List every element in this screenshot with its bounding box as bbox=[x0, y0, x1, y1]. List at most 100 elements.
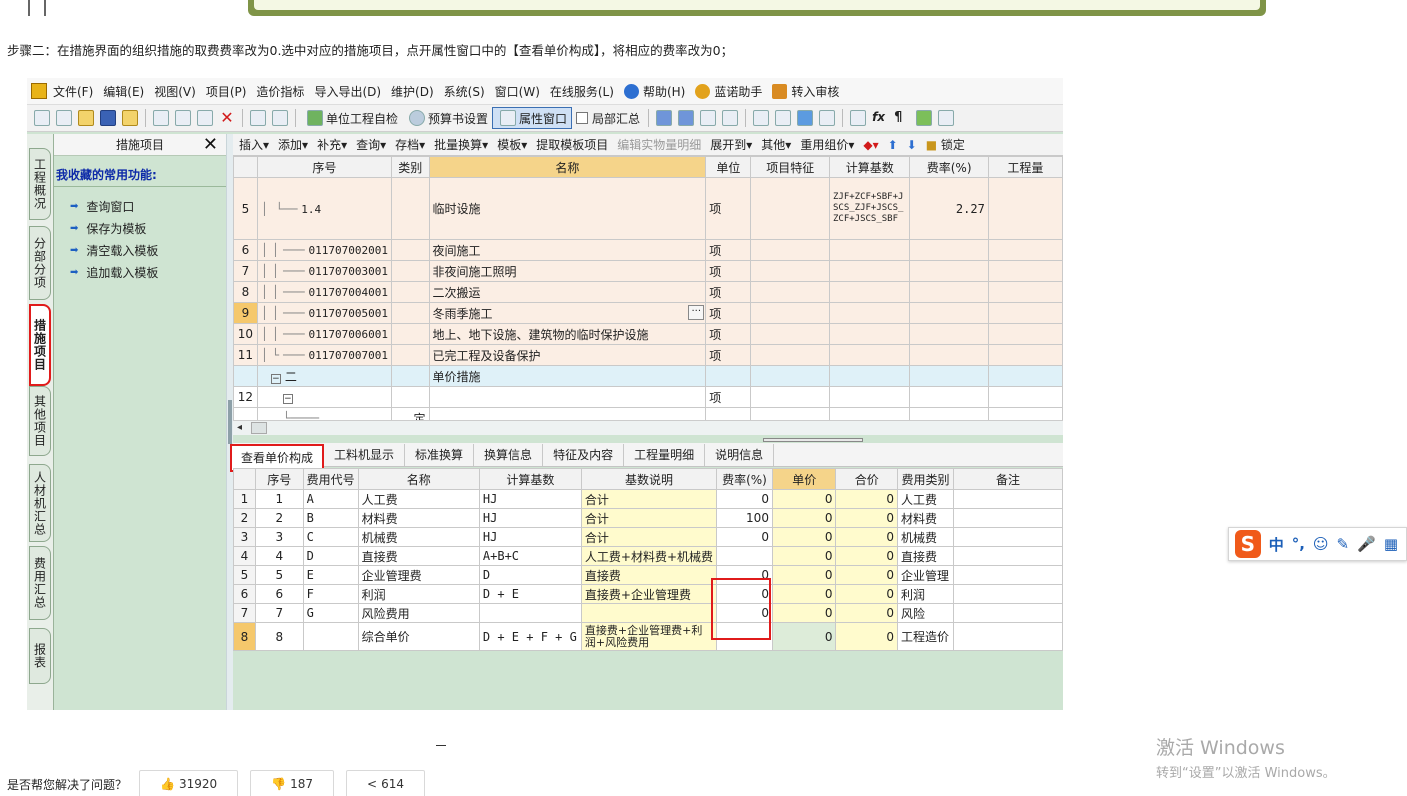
add-button[interactable]: 添加▾ bbox=[278, 136, 308, 153]
header-base[interactable]: 计算基数 bbox=[828, 156, 911, 178]
table-row[interactable]: 7 7 G 风险费用 0 0 0 风险 bbox=[233, 603, 1063, 623]
save-icon[interactable] bbox=[100, 110, 116, 126]
tab-features-content[interactable]: 特征及内容 bbox=[543, 443, 625, 466]
tab-standard-convert[interactable]: 标准换算 bbox=[405, 443, 475, 466]
table-row[interactable]: 6 │ │ ─── 011707002001 夜间施工 项 bbox=[233, 239, 1063, 261]
share-button[interactable]: <614 bbox=[346, 770, 425, 796]
header-unit-price[interactable]: 单价 bbox=[771, 468, 837, 490]
table-row-selected[interactable]: 9 │ │ ─── 011707005001 冬雨季施工 ··· 项 bbox=[233, 302, 1063, 324]
tab-reports[interactable]: 报表 bbox=[29, 628, 51, 684]
table-row[interactable]: 2 2 B 材料费 HJ 合计 100 0 0 材料费 bbox=[233, 508, 1063, 528]
menu-import-export[interactable]: 导入导出(D) bbox=[314, 83, 381, 100]
horizontal-scrollbar[interactable]: ◂ bbox=[233, 420, 1063, 435]
header-feature[interactable]: 项目特征 bbox=[750, 156, 830, 178]
header-rate[interactable]: 费率(%) bbox=[716, 468, 773, 490]
paragraph-icon[interactable]: ¶ bbox=[894, 110, 910, 126]
last-icon[interactable] bbox=[722, 110, 739, 126]
ime-grid-icon[interactable]: ▦ bbox=[1384, 535, 1398, 553]
ime-logo-icon[interactable]: S bbox=[1235, 530, 1261, 558]
menu-edit[interactable]: 编辑(E) bbox=[103, 83, 144, 100]
table-row[interactable]: 6 6 F 利润 D + E 直接费+企业管理费 0 0 0 利润 bbox=[233, 584, 1063, 604]
like-button[interactable]: 👍 31920 bbox=[139, 770, 239, 796]
save-all-icon[interactable] bbox=[122, 110, 138, 126]
move-up-icon[interactable] bbox=[797, 110, 814, 126]
new-project-icon[interactable] bbox=[56, 110, 72, 126]
menu-view[interactable]: 视图(V) bbox=[154, 83, 196, 100]
menu-online-service[interactable]: 在线服务(L) bbox=[550, 83, 614, 100]
reuse-pricing-button[interactable]: 重用组价▾ bbox=[800, 136, 854, 153]
menu-window[interactable]: 窗口(W) bbox=[495, 83, 540, 100]
next-icon[interactable] bbox=[700, 110, 717, 126]
partial-summary-button[interactable]: 局部汇总 bbox=[572, 107, 644, 129]
archive-button[interactable]: 存档▾ bbox=[395, 136, 425, 153]
ime-chinese-toggle[interactable]: 中 bbox=[1269, 534, 1284, 555]
close-icon[interactable]: ✕ bbox=[203, 134, 218, 156]
table-row-group[interactable]: − 二 单价措施 bbox=[233, 365, 1063, 387]
ime-emoji-icon[interactable]: ☺ bbox=[1313, 535, 1329, 553]
paste-icon[interactable] bbox=[197, 110, 213, 126]
tab-description[interactable]: 说明信息 bbox=[705, 443, 775, 466]
header-qty[interactable]: 工程量 bbox=[987, 156, 1063, 178]
up-arrow-icon[interactable]: ⬆ bbox=[888, 138, 898, 152]
vertical-splitter[interactable] bbox=[226, 134, 233, 710]
copy-icon[interactable] bbox=[175, 110, 191, 126]
open-folder-icon[interactable] bbox=[78, 110, 94, 126]
header-seq[interactable]: 序号 bbox=[256, 156, 392, 178]
ime-punctuation-icon[interactable]: °, bbox=[1292, 535, 1305, 553]
menu-system[interactable]: 系统(S) bbox=[444, 83, 485, 100]
collapse-icon[interactable]: − bbox=[282, 394, 293, 404]
table-row[interactable]: 1 1 A 人工费 HJ 合计 0 0 0 人工费 bbox=[233, 489, 1063, 509]
new-file-icon[interactable] bbox=[34, 110, 50, 126]
partial-summary-checkbox[interactable] bbox=[576, 112, 589, 124]
header-seq[interactable]: 序号 bbox=[254, 468, 304, 490]
header-calc-base[interactable]: 计算基数 bbox=[478, 468, 582, 490]
redo-icon[interactable] bbox=[272, 110, 288, 126]
table-row[interactable]: 7 │ │ ─── 011707003001 非夜间施工照明 项 bbox=[233, 260, 1063, 282]
fav-item-query-window[interactable]: ➡ 查询窗口 bbox=[54, 195, 226, 217]
move-left-icon[interactable] bbox=[753, 110, 770, 126]
tab-cost-summary[interactable]: 费用汇总 bbox=[29, 546, 51, 620]
supplement-button[interactable]: 补充▾ bbox=[317, 136, 347, 153]
lock-button[interactable]: ■ 锁定 bbox=[926, 136, 965, 153]
menu-cost-index[interactable]: 造价指标 bbox=[256, 83, 304, 100]
tab-labor-material-summary[interactable]: 人材机汇总 bbox=[29, 464, 51, 542]
fav-item-save-template[interactable]: ➡ 保存为模板 bbox=[54, 217, 226, 239]
first-icon[interactable] bbox=[656, 110, 673, 126]
table-row[interactable]: 12 − 项 bbox=[233, 386, 1063, 408]
dislike-button[interactable]: 👎 187 bbox=[250, 770, 335, 796]
self-check-button[interactable]: 单位工程自检 bbox=[300, 107, 402, 129]
header-type[interactable]: 类别 bbox=[390, 156, 430, 178]
table-row[interactable]: 5 │ └── 1.4 临时设施 项 ZJF+ZCF+SBF+JSCS_ZJF+… bbox=[233, 177, 1063, 240]
menu-to-review[interactable]: 转入审核 bbox=[772, 83, 839, 100]
edit-quantity-detail-button[interactable]: 编辑实物量明细 bbox=[617, 136, 701, 153]
tab-project-overview[interactable]: 工程概况 bbox=[29, 148, 51, 220]
down-arrow-icon[interactable]: ⬇ bbox=[907, 138, 917, 152]
paint-icon[interactable]: ◆▾ bbox=[863, 138, 878, 152]
query-button[interactable]: 查询▾ bbox=[356, 136, 386, 153]
ime-voice-icon[interactable]: 🎤 bbox=[1357, 535, 1376, 553]
tab-section-items[interactable]: 分部分项 bbox=[29, 226, 51, 300]
table-row[interactable]: 3 3 C 机械费 HJ 合计 0 0 0 机械费 bbox=[233, 527, 1063, 547]
scroll-left-icon[interactable]: ◂ bbox=[237, 422, 242, 433]
insert-button[interactable]: 插入▾ bbox=[239, 136, 269, 153]
header-cost-code[interactable]: 费用代号 bbox=[302, 468, 359, 490]
table-row[interactable]: 8 │ │ ─── 011707004001 二次搬运 项 bbox=[233, 281, 1063, 303]
tab-measure-items[interactable]: 措施项目 bbox=[29, 304, 51, 386]
menu-maintain[interactable]: 维护(D) bbox=[391, 83, 434, 100]
collapse-icon[interactable]: − bbox=[270, 373, 281, 384]
header-note[interactable]: 备注 bbox=[953, 468, 1063, 490]
template-button[interactable]: 模板▾ bbox=[497, 136, 527, 153]
ellipsis-button[interactable]: ··· bbox=[688, 305, 705, 320]
move-right-icon[interactable] bbox=[775, 110, 792, 126]
cut-icon[interactable] bbox=[153, 110, 169, 126]
delete-icon[interactable]: ✕ bbox=[219, 110, 235, 126]
header-unit[interactable]: 单位 bbox=[705, 156, 752, 178]
header-rate[interactable]: 费率(%) bbox=[909, 156, 989, 178]
header-category[interactable]: 费用类别 bbox=[897, 468, 955, 490]
fav-item-clear-load-template[interactable]: ➡ 清空载入模板 bbox=[54, 239, 226, 261]
table-row[interactable]: 11 │ └ ─── 011707007001 已完工程及设备保护 项 bbox=[233, 344, 1063, 366]
formula-icon[interactable]: fx bbox=[872, 110, 888, 126]
table-row[interactable]: └──── 定 bbox=[233, 407, 1063, 420]
menu-project[interactable]: 项目(P) bbox=[206, 83, 247, 100]
scroll-thumb[interactable] bbox=[251, 422, 267, 434]
